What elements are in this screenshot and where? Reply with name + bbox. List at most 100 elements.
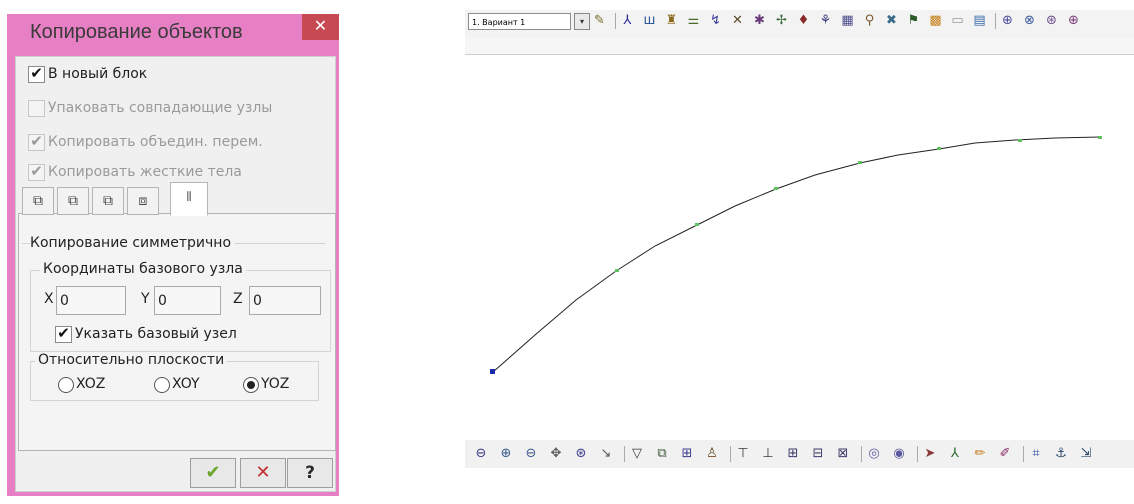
tab-copy-symmetric[interactable]: ⫼ [170,182,208,216]
marker-icon[interactable]: ✐ [997,445,1013,463]
copy-2-icon: ⧉ [68,193,78,209]
tab-copy-2[interactable]: ⧉ [57,187,89,215]
mesh-1-icon[interactable]: ⊤ [735,445,751,463]
node[interactable] [858,161,862,164]
magnify-2-icon[interactable]: ◉ [891,445,907,463]
load-icon[interactable]: ↯ [707,12,724,30]
moment-icon[interactable]: ✱ [751,12,768,30]
mirror-icon: ⫼ [186,190,192,203]
x-label: X [44,291,54,307]
x-input[interactable]: 0 [56,286,126,315]
start-node[interactable] [490,369,495,374]
yoz-label: YOZ [261,376,290,392]
view-2-icon[interactable]: ⊗ [1021,12,1038,30]
view-3-icon[interactable]: ⊛ [1043,12,1060,30]
tab-copy-4[interactable]: ⧈ [127,187,159,215]
pack-nodes-checkbox[interactable] [28,100,45,117]
copy-united-checkbox[interactable]: ✔ [28,132,45,151]
node[interactable] [774,187,778,190]
anchor-icon[interactable]: ⚓ [1053,445,1069,463]
color-icon[interactable]: ▩ [927,12,944,30]
symmetric-group-label: Копирование симметрично [30,235,236,251]
support-icon[interactable]: ш [641,12,658,30]
specify-node-checkbox[interactable]: ✔ [55,324,72,343]
copy-objects-dialog: Копирование объектов ✕ ✔ В новый блок Уп… [0,0,350,504]
select-icon[interactable]: ↘ [598,445,614,463]
frame-icon[interactable]: ♙ [704,445,720,463]
node-group [490,136,1102,374]
check-mark-icon: ✔ [30,162,43,180]
grid-icon[interactable]: ▤ [971,12,988,30]
check-mark-icon: ✔ [57,324,70,342]
coords-icon[interactable]: ⌗ [1028,445,1044,463]
cancel-button[interactable]: ✕ [240,458,286,488]
node[interactable] [937,147,941,150]
variant-dropdown-button[interactable]: ▾ [574,13,590,30]
model-canvas[interactable] [465,55,1134,435]
ruler-icon[interactable]: ▭ [949,12,966,30]
view-1-icon[interactable]: ⊕ [999,12,1016,30]
spring-icon[interactable]: ⚘ [817,12,834,30]
section-icon[interactable]: ⧉ [654,445,670,463]
copy-rigid-checkbox[interactable]: ✔ [28,162,45,181]
link-icon[interactable]: ⚲ [861,12,878,30]
pan-icon[interactable]: ✥ [548,445,564,463]
toolbar-separator [995,13,996,29]
xoy-radio[interactable] [154,377,170,393]
toolbar-separator [1023,446,1024,462]
zoom-out-icon[interactable]: ⊖ [523,445,539,463]
node[interactable] [695,223,699,226]
pencil-icon[interactable]: ✏ [972,445,988,463]
brush-icon[interactable]: ✎ [591,12,608,30]
zoom-all-icon[interactable]: ⊛ [573,445,589,463]
view-4-icon[interactable]: ⊕ [1065,12,1082,30]
mesh-3-icon[interactable]: ⊞ [785,445,801,463]
rigid-icon[interactable]: ⚌ [685,12,702,30]
y-input[interactable]: 0 [154,286,221,315]
yoz-radio[interactable] [243,377,259,393]
check-mark-icon: ✔ [30,64,43,82]
zoom-window-icon[interactable]: ⊖ [473,445,489,463]
copy-3-icon: ⧉ [103,193,113,209]
close-button[interactable]: ✕ [302,14,339,40]
axes-icon[interactable]: ⅄ [947,445,963,463]
tab-copy-3[interactable]: ⧉ [92,187,124,215]
scale-icon[interactable]: ⇲ [1078,445,1094,463]
node[interactable] [615,269,619,272]
node[interactable] [1098,136,1102,139]
node[interactable] [1018,139,1022,142]
zoom-in-icon[interactable]: ⊕ [498,445,514,463]
magnify-icon[interactable]: ◎ [866,445,882,463]
fragment-icon[interactable]: ⊞ [679,445,695,463]
hinge-icon[interactable]: ♜ [663,12,680,30]
tab-copy-1[interactable]: ⧉ [22,187,54,215]
checkmark-icon: ✔ [205,462,221,483]
z-label: Z [233,291,243,307]
mesh-4-icon[interactable]: ⊟ [810,445,826,463]
new-block-label: В новый блок [48,66,148,82]
xoz-radio[interactable] [58,377,74,393]
ok-button[interactable]: ✔ [190,458,236,488]
force-icon[interactable]: ✕ [729,12,746,30]
close-icon: ✕ [313,16,328,35]
flag-icon[interactable]: ⚑ [905,12,922,30]
plate-icon[interactable]: ▦ [839,12,856,30]
new-block-checkbox[interactable]: ✔ [28,64,45,83]
toolbar-separator [730,446,731,462]
toolbar-separator [917,446,918,462]
copy-1-icon: ⧉ [33,193,43,209]
design-window: 1. Вариант 1 ▾ ✎ ⅄ ш ♜ ⚌ ↯ ✕ ✱ ✢ ♦ ⚘ ▦ ⚲ ✖ ⚑ ▩ ▭ ▤ ⊕ ⊗ ⊛ ⊕ ⊖ ⊕… [465,10,1134,504]
model-svg [490,136,1102,374]
z-input[interactable]: 0 [249,286,321,315]
variant-select[interactable]: 1. Вариант 1 [468,13,571,30]
node-icon[interactable]: ⅄ [619,12,636,30]
pointer-icon[interactable]: ➤ [922,445,938,463]
filter-icon[interactable]: ▽ [629,445,645,463]
mesh-5-icon[interactable]: ⊠ [835,445,851,463]
pin-icon[interactable]: ♦ [795,12,812,30]
cross-icon[interactable]: ✖ [883,12,900,30]
mesh-2-icon[interactable]: ⊥ [760,445,776,463]
axis-icon[interactable]: ✢ [773,12,790,30]
help-button[interactable]: ? [287,458,333,488]
top-toolbar: 1. Вариант 1 ▾ ✎ ⅄ ш ♜ ⚌ ↯ ✕ ✱ ✢ ♦ ⚘ ▦ ⚲ ✖ ⚑ ▩ ▭ ▤ ⊕ ⊗ ⊛ ⊕ [465,10,1134,39]
